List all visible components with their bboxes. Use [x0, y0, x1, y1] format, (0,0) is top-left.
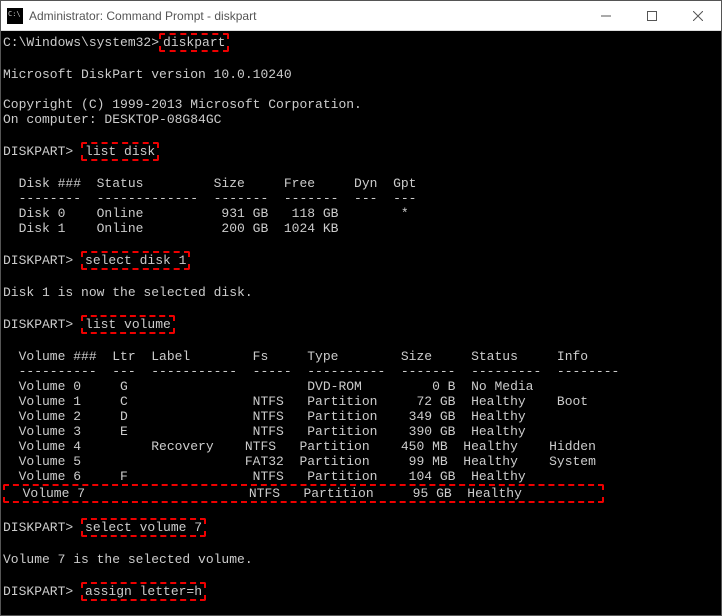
titlebar[interactable]: Administrator: Command Prompt - diskpart — [1, 1, 721, 31]
prompt-dp: DISKPART> — [3, 144, 81, 159]
selected-disk-msg: Disk 1 is now the selected disk. — [3, 285, 253, 300]
cmd-select-volume: select volume 7 — [81, 518, 206, 537]
disk-row: Disk 0 Online 931 GB 118 GB * — [3, 206, 409, 221]
cmd-list-volume: list volume — [81, 315, 175, 334]
disk-divider: -------- ------------- ------- ------- -… — [3, 191, 416, 206]
maximize-button[interactable] — [629, 1, 675, 30]
terminal-output[interactable]: C:\Windows\system32>diskpart Microsoft D… — [1, 31, 721, 615]
vol-divider: ---------- --- ----------- ----- -------… — [3, 364, 619, 379]
vol-row: Volume 3 E NTFS Partition 390 GB Healthy — [3, 424, 526, 439]
cmd-diskpart: diskpart — [159, 33, 229, 52]
cmd-icon — [7, 8, 23, 24]
window-title: Administrator: Command Prompt - diskpart — [29, 9, 583, 23]
vol-row: Volume 0 G DVD-ROM 0 B No Media — [3, 379, 534, 394]
prompt-dp: DISKPART> — [3, 520, 81, 535]
selected-vol-msg: Volume 7 is the selected volume. — [3, 552, 253, 567]
prompt-sys: C:\Windows\system32> — [3, 35, 159, 50]
vol-row: Volume 2 D NTFS Partition 349 GB Healthy — [3, 409, 526, 424]
prompt-dp: DISKPART> — [3, 317, 81, 332]
vol-row-7-highlight: Volume 7 NTFS Partition 95 GB Healthy — [3, 484, 604, 503]
window: Administrator: Command Prompt - diskpart… — [0, 0, 722, 616]
version-line: Microsoft DiskPart version 10.0.10240 — [3, 67, 292, 82]
vol-row: Volume 6 F NTFS Partition 104 GB Healthy — [3, 469, 526, 484]
prompt-dp: DISKPART> — [3, 253, 81, 268]
disk-header: Disk ### Status Size Free Dyn Gpt — [3, 176, 416, 191]
copyright-line: Copyright (C) 1999-2013 Microsoft Corpor… — [3, 97, 362, 112]
close-button[interactable] — [675, 1, 721, 30]
oncomputer-line: On computer: DESKTOP-08G84GC — [3, 112, 221, 127]
prompt-dp: DISKPART> — [3, 584, 81, 599]
vol-row: Volume 5 FAT32 Partition 99 MB Healthy S… — [3, 454, 596, 469]
vol-row: Volume 1 C NTFS Partition 72 GB Healthy … — [3, 394, 588, 409]
vol-row: Volume 4 Recovery NTFS Partition 450 MB … — [3, 439, 596, 454]
cmd-select-disk: select disk 1 — [81, 251, 190, 270]
window-controls — [583, 1, 721, 30]
cmd-list-disk: list disk — [81, 142, 159, 161]
vol-header: Volume ### Ltr Label Fs Type Size Status… — [3, 349, 588, 364]
disk-row: Disk 1 Online 200 GB 1024 KB — [3, 221, 338, 236]
cmd-assign-letter: assign letter=h — [81, 582, 206, 601]
minimize-button[interactable] — [583, 1, 629, 30]
